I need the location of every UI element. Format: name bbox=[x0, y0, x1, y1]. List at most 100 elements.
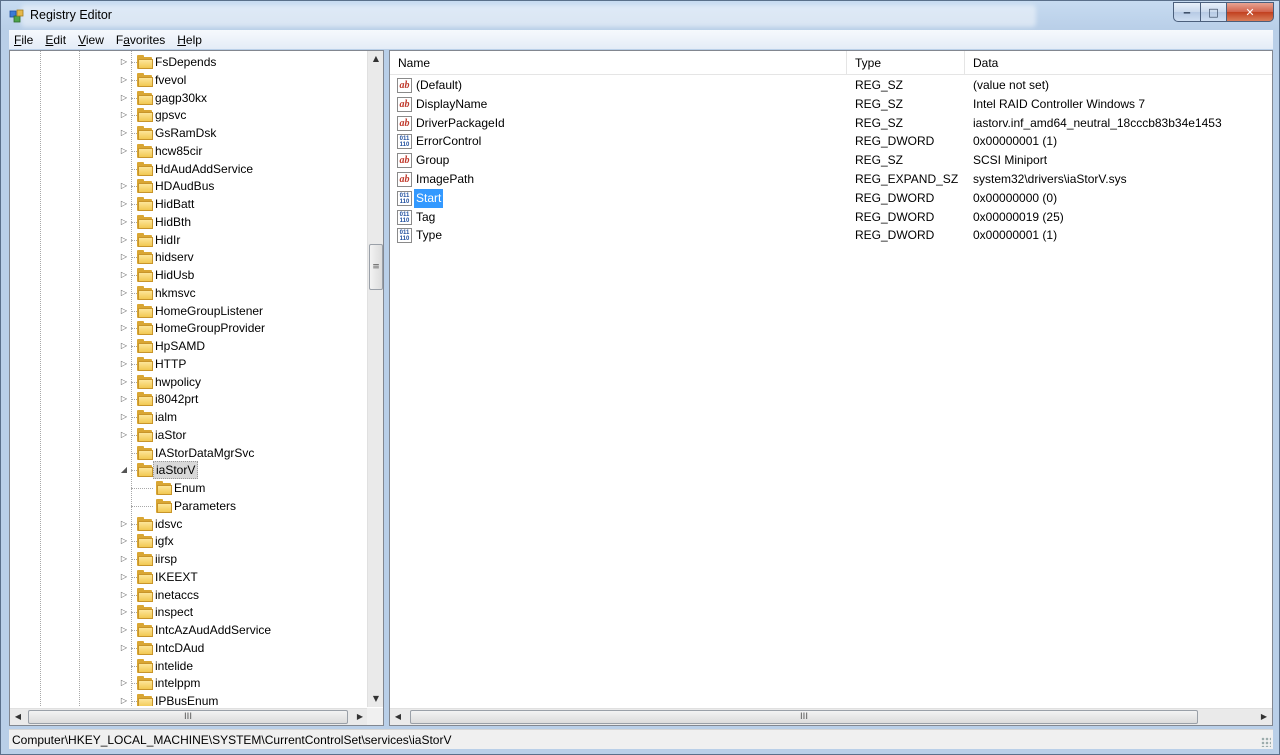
tree-item-iirsp[interactable]: ▷ iirsp bbox=[10, 550, 368, 568]
tree-item-label[interactable]: HpSAMD bbox=[153, 337, 207, 355]
scroll-right-arrow-icon[interactable]: ▶ bbox=[352, 709, 368, 725]
tree-horizontal-scroll-thumb[interactable]: III bbox=[28, 710, 348, 724]
tree-item-label[interactable]: IAStorDataMgrSvc bbox=[153, 444, 256, 462]
scroll-up-arrow-icon[interactable]: ▲ bbox=[368, 51, 383, 67]
tree-item-hcw85cir[interactable]: ▷ hcw85cir bbox=[10, 142, 368, 160]
tree-item-label[interactable]: IKEEXT bbox=[153, 568, 200, 586]
tree-item-label[interactable]: inspect bbox=[153, 603, 195, 621]
tree-horizontal-scrollbar[interactable]: ◀ III ▶ bbox=[10, 708, 368, 725]
value-row-driverpackageid[interactable]: ab DriverPackageId REG_SZ iastorv.inf_amd64… bbox=[390, 114, 1272, 133]
tree-item-hpsamd[interactable]: ▷ HpSAMD bbox=[10, 337, 368, 355]
tree-item-label[interactable]: inetaccs bbox=[153, 586, 201, 604]
value-name[interactable]: DriverPackageId bbox=[414, 114, 507, 133]
expand-arrow-icon[interactable]: ▷ bbox=[120, 697, 128, 705]
value-name[interactable]: DisplayName bbox=[414, 95, 489, 114]
tree-item-hdaudaddservice[interactable]: HdAudAddService bbox=[10, 160, 368, 178]
tree-item-gagp30kx[interactable]: ▷ gagp30kx bbox=[10, 89, 368, 107]
maximize-button[interactable]: □ bbox=[1200, 2, 1226, 22]
tree-item-label[interactable]: fvevol bbox=[153, 71, 188, 89]
tree-item-label[interactable]: FsDepends bbox=[153, 53, 218, 71]
tree-item-fvevol[interactable]: ▷ fvevol bbox=[10, 71, 368, 89]
tree-item-hidbatt[interactable]: ▷ HidBatt bbox=[10, 195, 368, 213]
list-horizontal-scrollbar[interactable]: ◀ III ▶ bbox=[390, 708, 1272, 725]
tree-item-label[interactable]: HomeGroupProvider bbox=[153, 319, 267, 337]
tree-item-iastorv[interactable]: ◢ iaStorV bbox=[10, 461, 368, 480]
tree-item-hdaudbus[interactable]: ▷ HDAudBus bbox=[10, 177, 368, 195]
expand-arrow-icon[interactable]: ▷ bbox=[120, 111, 128, 119]
value-row-tag[interactable]: 011 110 Tag REG_DWORD 0x00000019 (25) bbox=[390, 208, 1272, 227]
tree-item-inetaccs[interactable]: ▷ inetaccs bbox=[10, 586, 368, 604]
tree-item-label[interactable]: ialm bbox=[153, 408, 179, 426]
scroll-right-arrow-icon[interactable]: ▶ bbox=[1256, 709, 1272, 725]
expand-arrow-icon[interactable]: ▷ bbox=[120, 288, 128, 297]
tree-vertical-scroll-thumb[interactable]: ≡ bbox=[369, 244, 383, 290]
expand-arrow-icon[interactable]: ▷ bbox=[120, 235, 128, 244]
value-row-displayname[interactable]: ab DisplayName REG_SZ Intel RAID Controller… bbox=[390, 95, 1272, 114]
tree-item-ikeext[interactable]: ▷ IKEEXT bbox=[10, 568, 368, 586]
column-header-data[interactable]: Data bbox=[965, 51, 1272, 75]
expand-arrow-icon[interactable]: ▷ bbox=[120, 253, 128, 261]
tree-item-label[interactable]: IntcDAud bbox=[153, 639, 206, 657]
tree-item-label[interactable]: gagp30kx bbox=[153, 89, 209, 107]
expand-arrow-icon[interactable]: ▷ bbox=[120, 572, 128, 581]
expand-arrow-icon[interactable]: ▷ bbox=[120, 679, 128, 687]
tree-item-i8042prt[interactable]: ▷ i8042prt bbox=[10, 390, 368, 408]
tree-item-label[interactable]: HTTP bbox=[153, 355, 188, 373]
menu-edit[interactable]: Edit bbox=[40, 33, 71, 47]
expand-arrow-icon[interactable]: ▷ bbox=[120, 430, 128, 439]
value-name[interactable]: ErrorControl bbox=[414, 132, 483, 151]
tree-item-intcdaud[interactable]: ▷ IntcDAud bbox=[10, 639, 368, 657]
expand-arrow-icon[interactable]: ▷ bbox=[120, 537, 128, 545]
close-button[interactable]: ✕ bbox=[1226, 2, 1274, 22]
value-row-type[interactable]: 011 110 Type REG_DWORD 0x00000001 (1) bbox=[390, 226, 1272, 245]
tree-item-label[interactable]: intelppm bbox=[153, 674, 202, 692]
menu-view[interactable]: View bbox=[73, 33, 109, 47]
tree-item-intelide[interactable]: intelide bbox=[10, 657, 368, 675]
expand-arrow-icon[interactable]: ▷ bbox=[120, 555, 128, 563]
value-name[interactable]: Tag bbox=[414, 208, 437, 227]
collapse-arrow-icon[interactable]: ◢ bbox=[120, 466, 128, 474]
tree-item-ialm[interactable]: ▷ ialm bbox=[10, 408, 368, 426]
tree-item-intelppm[interactable]: ▷ intelppm bbox=[10, 674, 368, 692]
tree-item-label[interactable]: IPBusEnum bbox=[153, 692, 220, 706]
value-name[interactable]: Start bbox=[414, 188, 444, 208]
value-row-group[interactable]: ab Group REG_SZ SCSI Miniport bbox=[390, 151, 1272, 170]
column-header-type[interactable]: Type bbox=[847, 51, 965, 75]
tree-item-hidbth[interactable]: ▷ HidBth bbox=[10, 213, 368, 231]
expand-arrow-icon[interactable]: ▷ bbox=[120, 324, 128, 332]
scroll-left-arrow-icon[interactable]: ◀ bbox=[10, 709, 26, 725]
key-tree[interactable]: ▷ FsDepends ▷ fvevol ▷ gagp30kx ▷ gpsvc ▷ GsRamDs… bbox=[10, 51, 368, 706]
expand-arrow-icon[interactable]: ▷ bbox=[120, 377, 128, 386]
resize-grip-icon[interactable] bbox=[1261, 737, 1271, 747]
scroll-left-arrow-icon[interactable]: ◀ bbox=[390, 709, 406, 725]
tree-vertical-scrollbar[interactable]: ▲ ≡ ▼ bbox=[367, 51, 383, 707]
expand-arrow-icon[interactable]: ▷ bbox=[120, 590, 128, 599]
values-list-pane[interactable]: Name Type Data ab (Default) REG_SZ (value n… bbox=[389, 50, 1273, 726]
tree-item-label[interactable]: HidBatt bbox=[153, 195, 196, 213]
tree-item-label[interactable]: idsvc bbox=[153, 515, 184, 533]
expand-arrow-icon[interactable]: ▷ bbox=[120, 306, 128, 315]
tree-item-label[interactable]: intelide bbox=[153, 657, 195, 675]
tree-item-label[interactable]: IntcAzAudAddService bbox=[153, 621, 273, 639]
scroll-down-arrow-icon[interactable]: ▼ bbox=[368, 691, 383, 707]
expand-arrow-icon[interactable]: ▷ bbox=[120, 413, 128, 421]
value-name[interactable]: (Default) bbox=[414, 76, 464, 95]
tree-item-label[interactable]: HidUsb bbox=[153, 266, 196, 284]
list-horizontal-scroll-thumb[interactable]: III bbox=[410, 710, 1198, 724]
tree-item-inspect[interactable]: ▷ inspect bbox=[10, 603, 368, 621]
expand-arrow-icon[interactable]: ▷ bbox=[120, 342, 128, 350]
expand-arrow-icon[interactable]: ▷ bbox=[120, 200, 128, 208]
tree-item-label[interactable]: Enum bbox=[172, 479, 207, 497]
tree-item-hidusb[interactable]: ▷ HidUsb bbox=[10, 266, 368, 284]
title-bar[interactable]: Registry Editor ‒ □ ✕ bbox=[1, 1, 1279, 30]
value-row-errorcontrol[interactable]: 011 110 ErrorControl REG_DWORD 0x00000001 (1… bbox=[390, 132, 1272, 151]
tree-item-hwpolicy[interactable]: ▷ hwpolicy bbox=[10, 373, 368, 391]
key-tree-pane[interactable]: ▷ FsDepends ▷ fvevol ▷ gagp30kx ▷ gpsvc ▷ GsRamDs… bbox=[9, 50, 384, 726]
expand-arrow-icon[interactable]: ▷ bbox=[120, 643, 128, 652]
tree-item-idsvc[interactable]: ▷ idsvc bbox=[10, 515, 368, 533]
expand-arrow-icon[interactable]: ▷ bbox=[120, 93, 128, 102]
tree-item-igfx[interactable]: ▷ igfx bbox=[10, 532, 368, 550]
minimize-button[interactable]: ‒ bbox=[1173, 2, 1200, 22]
value-row-imagepath[interactable]: ab ImagePath REG_EXPAND_SZ system32\drivers… bbox=[390, 170, 1272, 189]
registry-editor-app-icon[interactable] bbox=[9, 8, 25, 24]
